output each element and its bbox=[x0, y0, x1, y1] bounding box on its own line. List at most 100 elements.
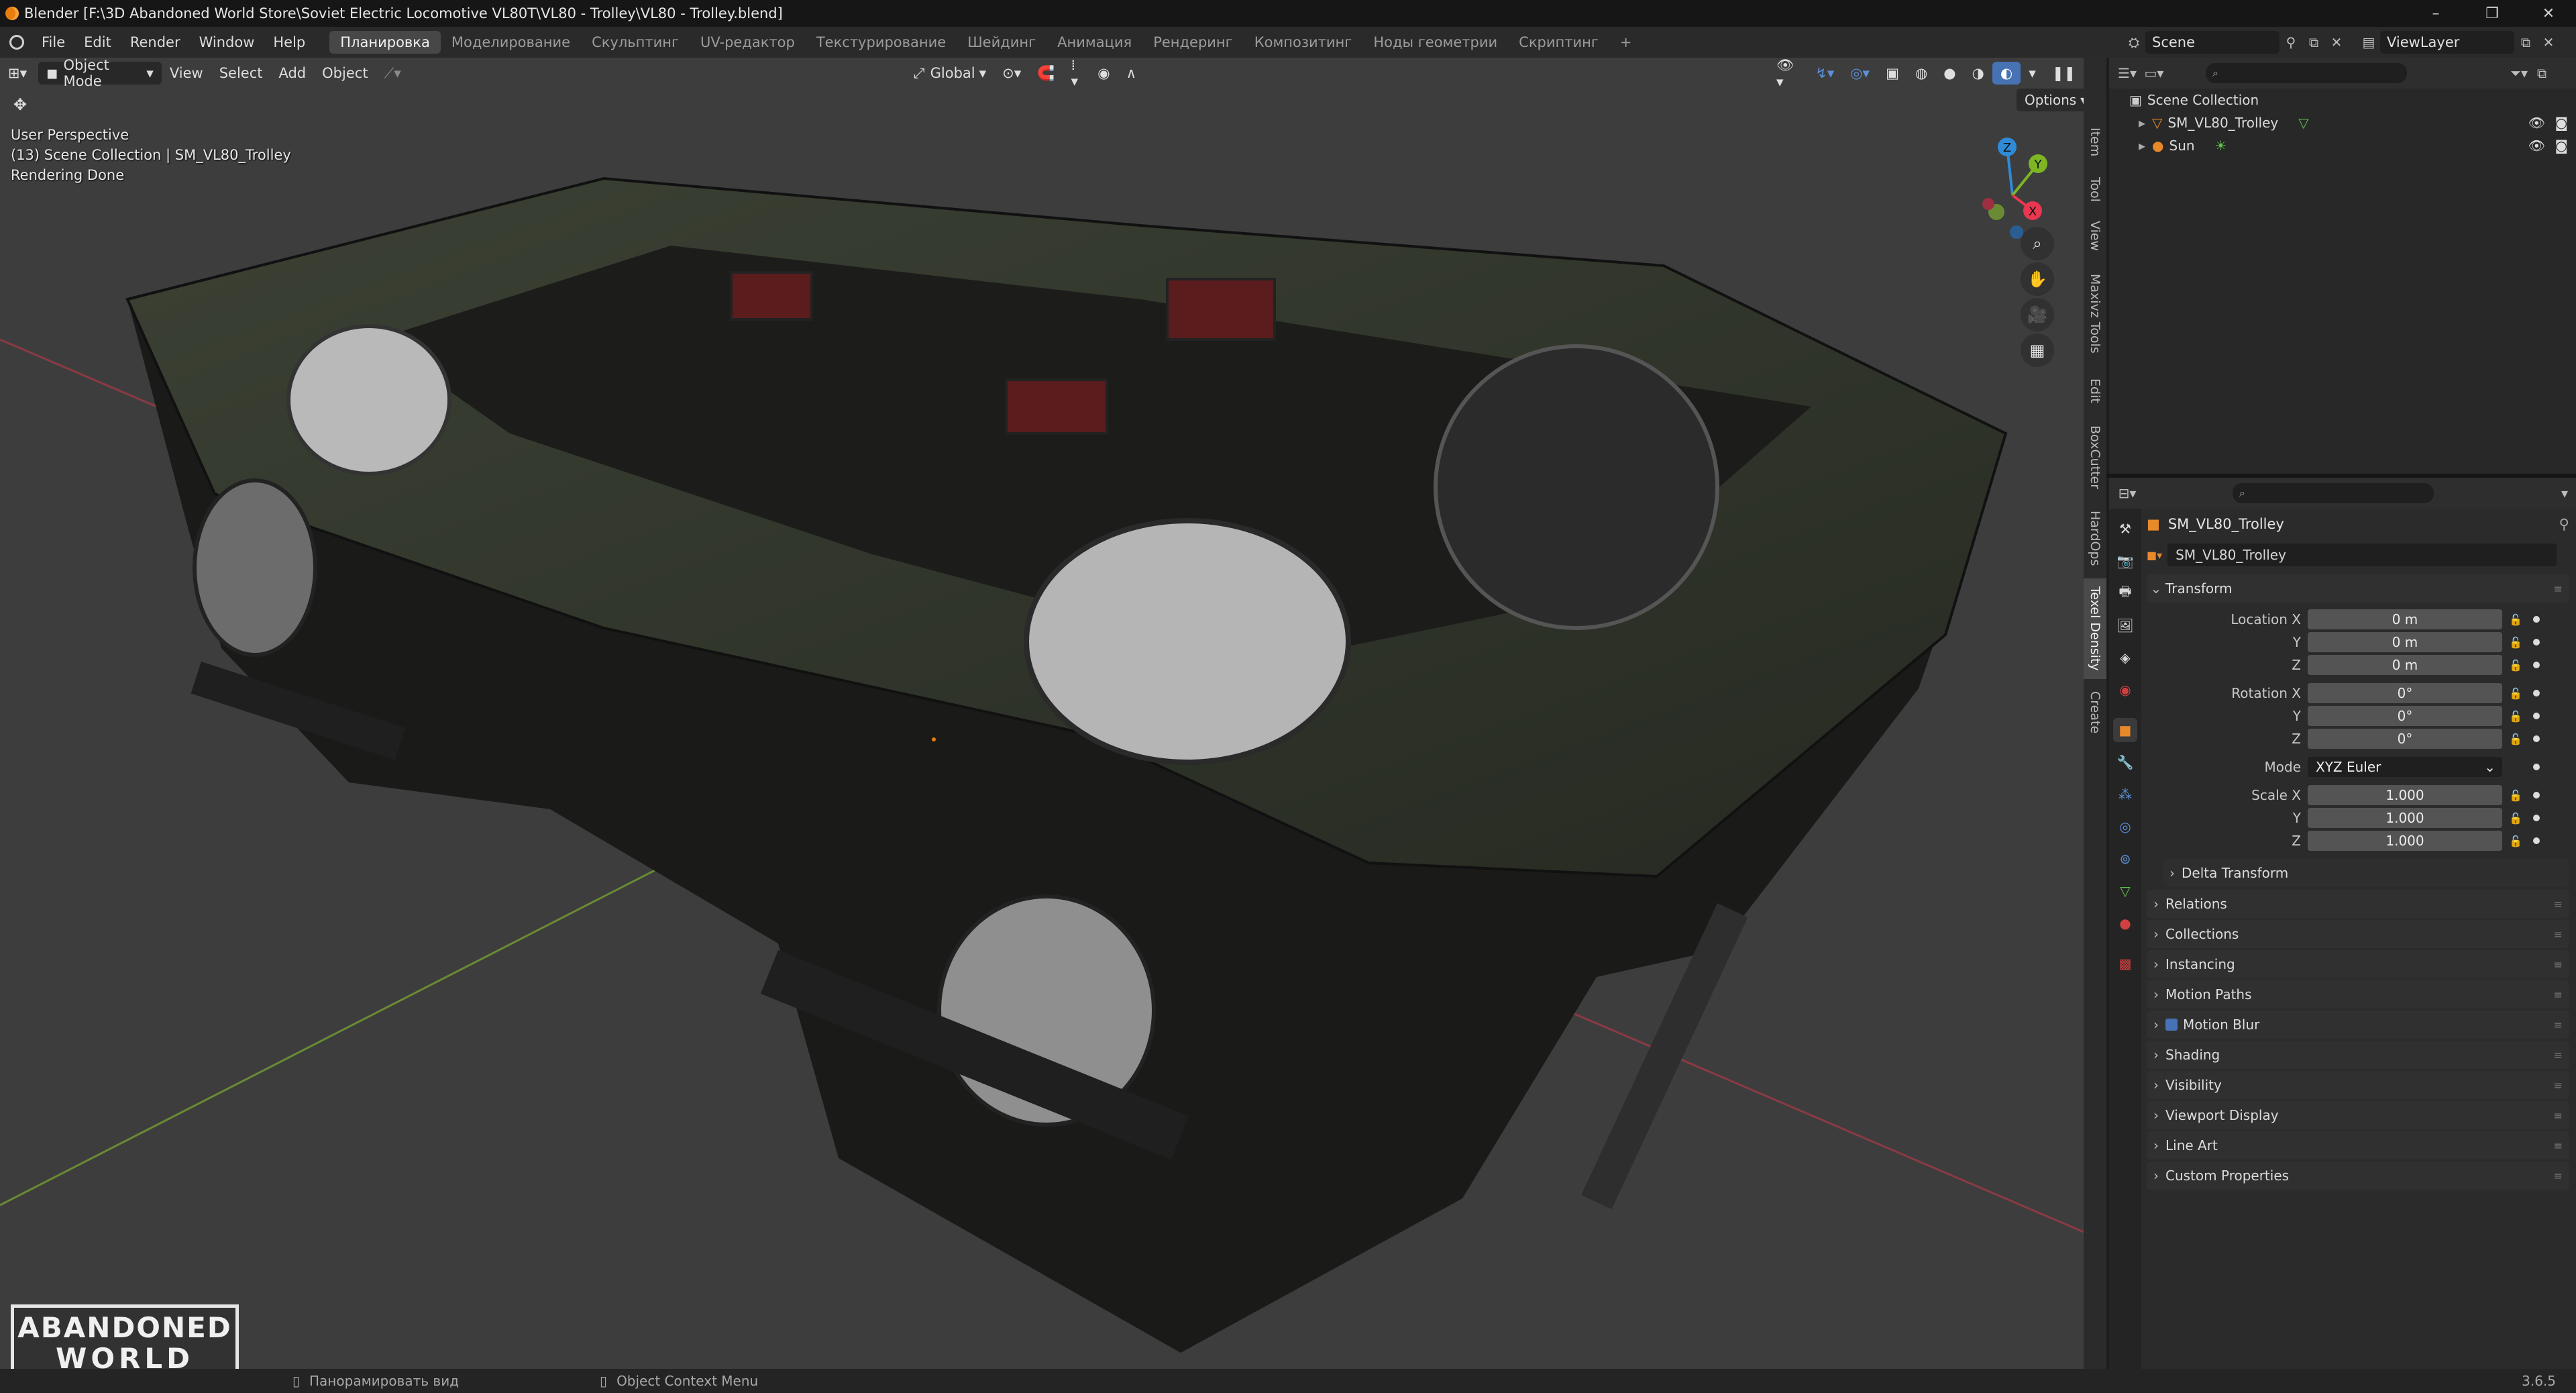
shading-material-icon[interactable]: ◑ bbox=[1964, 62, 1992, 85]
drag-grip-icon[interactable]: ≡ bbox=[2554, 958, 2563, 971]
shading-solid-icon[interactable]: ● bbox=[1935, 62, 1964, 85]
visibility-icon[interactable]: 👁▾ bbox=[1768, 58, 1807, 90]
render-tab-icon[interactable]: 📷 bbox=[2113, 549, 2137, 573]
tab-layout[interactable]: Планировка bbox=[329, 31, 441, 54]
tab-rendering[interactable]: Рендеринг bbox=[1142, 31, 1244, 54]
keyframe-dot-icon[interactable] bbox=[2533, 764, 2540, 770]
navigation-gizmo[interactable]: Z Y X bbox=[1959, 125, 2066, 279]
snap-icon[interactable]: 🧲 bbox=[1029, 62, 1063, 85]
view-layer-tab-icon[interactable]: 🖼 bbox=[2113, 613, 2137, 637]
properties-search[interactable]: ⌕ bbox=[2233, 483, 2434, 503]
expand-arrow-icon[interactable]: ▸ bbox=[2139, 115, 2145, 131]
add-workspace-button[interactable]: + bbox=[1609, 31, 1643, 54]
pivot-icon[interactable]: ⊙▾ bbox=[994, 62, 1029, 85]
render-camera-icon[interactable]: ◙ bbox=[2555, 115, 2568, 131]
minimize-icon[interactable]: – bbox=[2412, 0, 2459, 27]
lock-icon[interactable]: 🔓 bbox=[2509, 710, 2526, 723]
sidebar-tab-tool[interactable]: Tool bbox=[2084, 169, 2106, 209]
panel-visibility[interactable]: › Visibility ≡ bbox=[2147, 1071, 2569, 1099]
sidebar-tab-view[interactable]: View bbox=[2084, 216, 2106, 256]
move-tool-icon[interactable]: ✥ bbox=[13, 95, 27, 114]
output-tab-icon[interactable]: 🖶 bbox=[2113, 581, 2137, 605]
delete-view-layer-icon[interactable]: ✕ bbox=[2537, 31, 2560, 54]
lock-icon[interactable]: 🔓 bbox=[2509, 687, 2526, 700]
view-layer-selector[interactable]: ViewLayer bbox=[2380, 31, 2514, 54]
constraints-tab-icon[interactable]: ⊚ bbox=[2113, 847, 2137, 871]
panel-viewport-display[interactable]: › Viewport Display ≡ bbox=[2147, 1101, 2569, 1129]
data-tab-icon[interactable]: ▽ bbox=[2113, 879, 2137, 903]
drag-grip-icon[interactable]: ≡ bbox=[2554, 1109, 2563, 1122]
outliner-editor-icon[interactable]: ☰▾ bbox=[2116, 62, 2139, 85]
outliner-row-trolley[interactable]: ▸ ▽ SM_VL80_Trolley ▽ 👁 ◙ bbox=[2109, 111, 2576, 134]
sidebar-tab-item[interactable]: Item bbox=[2084, 122, 2106, 162]
lock-icon[interactable]: 🔓 bbox=[2509, 812, 2526, 825]
overlay-toggle-icon[interactable]: ◎▾ bbox=[1842, 62, 1878, 85]
panel-custom-properties[interactable]: › Custom Properties ≡ bbox=[2147, 1162, 2569, 1190]
drag-grip-icon[interactable]: ≡ bbox=[2554, 1170, 2563, 1182]
proportional-edit-icon[interactable]: ◉ bbox=[1089, 62, 1118, 85]
sidebar-tab-create[interactable]: Create bbox=[2084, 686, 2106, 739]
location-z-field[interactable]: 0 m bbox=[2308, 655, 2502, 675]
new-scene-icon[interactable]: ⧉ bbox=[2302, 31, 2325, 54]
modifier-tab-icon[interactable]: 🔧 bbox=[2113, 750, 2137, 774]
ortho-toggle-icon[interactable]: ▦ bbox=[2021, 333, 2054, 367]
keyframe-dot-icon[interactable] bbox=[2533, 792, 2540, 798]
physics-tab-icon[interactable]: ◎ bbox=[2113, 815, 2137, 839]
object-tab-icon[interactable]: ■ bbox=[2113, 718, 2137, 742]
lock-icon[interactable]: 🔓 bbox=[2509, 789, 2526, 802]
tab-scripting[interactable]: Скриптинг bbox=[1508, 31, 1609, 54]
menu-edit[interactable]: Edit bbox=[74, 27, 121, 58]
sidebar-tab-texel-density[interactable]: Texel Density bbox=[2084, 578, 2106, 679]
outliner-search[interactable]: ⌕ bbox=[2206, 63, 2407, 83]
outliner-row-sun[interactable]: ▸ ● Sun ☀ 👁 ◙ bbox=[2109, 134, 2576, 157]
tool-tab-icon[interactable]: ⚒ bbox=[2113, 517, 2137, 541]
menu-window[interactable]: Window bbox=[190, 27, 264, 58]
tab-compositing[interactable]: Композитинг bbox=[1244, 31, 1363, 54]
panel-line-art[interactable]: › Line Art ≡ bbox=[2147, 1131, 2569, 1159]
panel-transform[interactable]: ⌄ Transform ≡ bbox=[2147, 574, 2569, 603]
motion-blur-checkbox[interactable] bbox=[2165, 1019, 2178, 1031]
keyframe-dot-icon[interactable] bbox=[2533, 690, 2540, 696]
scale-z-field[interactable]: 1.000 bbox=[2308, 831, 2502, 851]
object-browse-icon[interactable]: ■▾ bbox=[2147, 549, 2162, 562]
gizmo-toggle-icon[interactable]: ↯▾ bbox=[1807, 62, 1842, 85]
panel-shading[interactable]: › Shading ≡ bbox=[2147, 1041, 2569, 1069]
drag-grip-icon[interactable]: ≡ bbox=[2554, 1139, 2563, 1152]
lock-icon[interactable]: 🔓 bbox=[2509, 659, 2526, 672]
drag-grip-icon[interactable]: ≡ bbox=[2554, 988, 2563, 1001]
pin-icon[interactable]: ⚲ bbox=[2279, 31, 2302, 54]
sun-data-icon[interactable]: ☀ bbox=[2215, 138, 2227, 154]
shading-options-icon[interactable]: ▾ bbox=[2021, 62, 2044, 85]
panel-relations[interactable]: › Relations ≡ bbox=[2147, 890, 2569, 918]
filter-icon[interactable]: ⏷▾ bbox=[2508, 62, 2530, 85]
menu-file[interactable]: File bbox=[32, 27, 74, 58]
drag-grip-icon[interactable]: ≡ bbox=[2554, 898, 2563, 911]
pause-render-icon[interactable]: ❚❚ bbox=[2044, 62, 2084, 85]
scene-tab-icon[interactable]: ◈ bbox=[2113, 646, 2137, 670]
maximize-icon[interactable]: ❐ bbox=[2469, 0, 2516, 27]
properties-editor-icon[interactable]: ⊟▾ bbox=[2116, 482, 2139, 505]
keyframe-dot-icon[interactable] bbox=[2533, 815, 2540, 821]
drag-grip-icon[interactable]: ≡ bbox=[2554, 1049, 2563, 1062]
menu-select[interactable]: Select bbox=[211, 62, 271, 85]
sidebar-tab-maxivz-tools[interactable]: Maxivz Tools bbox=[2084, 263, 2106, 364]
render-camera-icon[interactable]: ◙ bbox=[2555, 138, 2568, 154]
gpencil-icon[interactable]: ⟋▾ bbox=[376, 62, 409, 85]
tab-animation[interactable]: Анимация bbox=[1046, 31, 1142, 54]
location-y-field[interactable]: 0 m bbox=[2308, 632, 2502, 652]
scale-x-field[interactable]: 1.000 bbox=[2308, 785, 2502, 805]
object-name-field[interactable]: SM_VL80_Trolley bbox=[2167, 544, 2557, 566]
particles-tab-icon[interactable]: ⁂ bbox=[2113, 782, 2137, 807]
rotation-y-field[interactable]: 0° bbox=[2308, 706, 2502, 726]
blender-menu-icon[interactable] bbox=[0, 27, 32, 58]
pan-hand-icon[interactable]: ✋ bbox=[2021, 262, 2054, 296]
lock-icon[interactable]: 🔓 bbox=[2509, 613, 2526, 626]
mode-selector[interactable]: ◼ Object Mode ▾ bbox=[38, 58, 162, 89]
menu-object[interactable]: Object bbox=[314, 62, 376, 85]
zoom-icon[interactable]: ⌕ bbox=[2021, 227, 2054, 260]
close-icon[interactable]: ✕ bbox=[2525, 0, 2572, 27]
rotation-x-field[interactable]: 0° bbox=[2308, 683, 2502, 703]
sidebar-tab-edit[interactable]: Edit bbox=[2084, 370, 2106, 411]
tab-sculpting[interactable]: Скульптинг bbox=[581, 31, 690, 54]
scale-y-field[interactable]: 1.000 bbox=[2308, 808, 2502, 828]
